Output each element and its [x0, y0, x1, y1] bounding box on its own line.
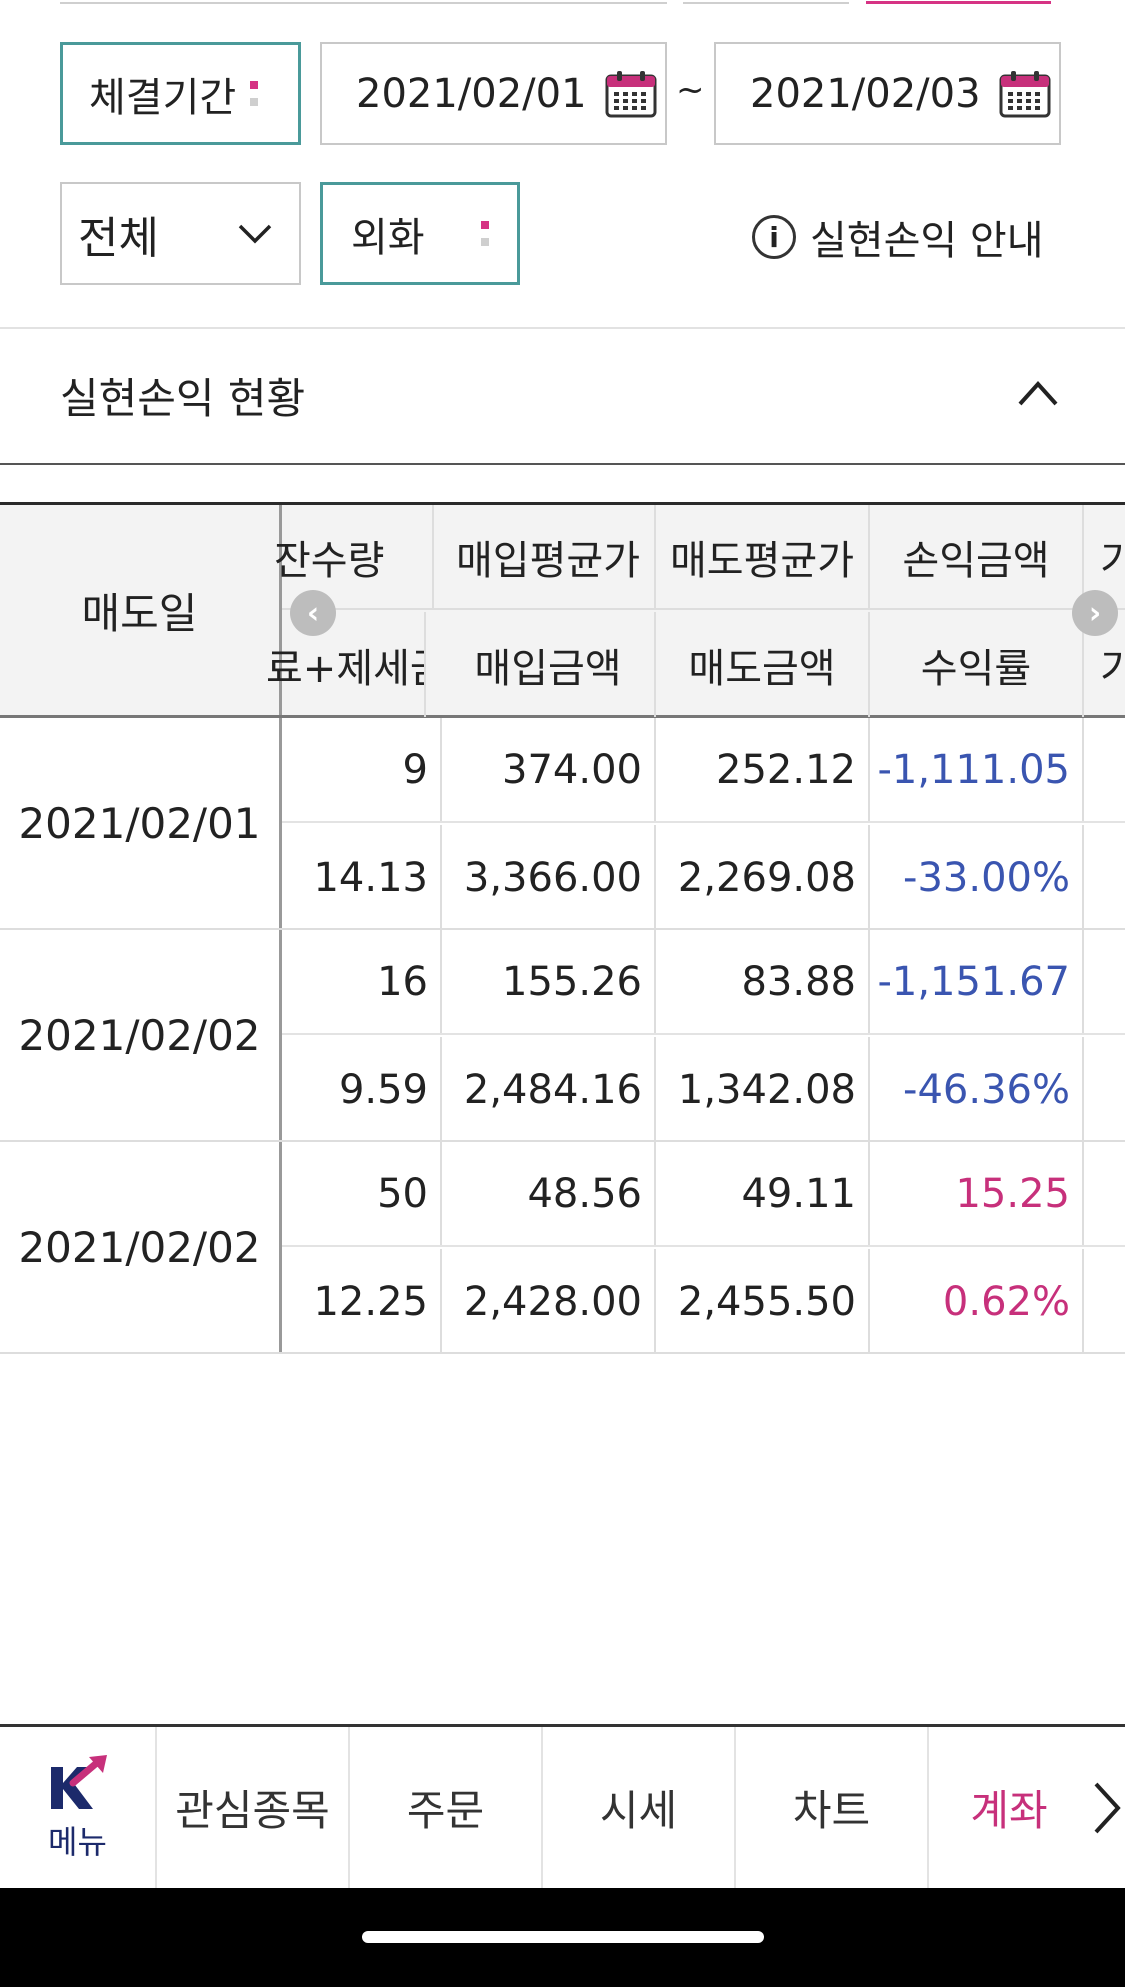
- home-indicator[interactable]: [362, 1931, 764, 1943]
- overflow-cell: [1084, 718, 1125, 821]
- home-indicator-bar: [0, 1888, 1125, 1987]
- overflow-cell: [1084, 1037, 1125, 1142]
- header-cell: 매입평균가: [442, 505, 656, 608]
- nav-item-quotes[interactable]: 시세: [543, 1727, 736, 1888]
- row-line-2: 9.59 2,484.16 1,342.08 -46.36%: [282, 1037, 1125, 1142]
- row-line-1: 50 48.56 49.11 15.25: [282, 1142, 1125, 1247]
- sell-amount: 1,342.08: [656, 1037, 870, 1142]
- fee-tax: 14.13: [282, 825, 442, 930]
- sell-amount: 2,269.08: [656, 825, 870, 930]
- overflow-cell: [1084, 1142, 1125, 1245]
- overflow-cell: [1084, 825, 1125, 930]
- pnl-amount: -1,151.67: [870, 930, 1084, 1033]
- currency-button[interactable]: 외화: [320, 182, 520, 285]
- sell-avg-price: 83.88: [656, 930, 870, 1033]
- divider: [0, 327, 1125, 329]
- row-line-1: 16 155.26 83.88 -1,151.67: [282, 930, 1125, 1035]
- category-select[interactable]: 전체: [60, 182, 301, 285]
- table-row[interactable]: 2021/02/02 16 155.26 83.88 -1,151.67 9.5…: [0, 930, 1125, 1142]
- header-row-1: 잔수량 매입평균가 매도평균가 손익금액 기: [274, 505, 1125, 610]
- divider: [0, 463, 1125, 465]
- sell-avg-price: 49.11: [656, 1142, 870, 1245]
- buy-avg-price: 48.56: [442, 1142, 656, 1245]
- chevron-right-icon[interactable]: [1089, 1727, 1125, 1888]
- nav-menu-label: 메뉴: [48, 1822, 107, 1861]
- header-row-2: 료+제세금 매입금액 매도금액 수익률 기: [266, 612, 1125, 717]
- info-icon: i: [752, 215, 796, 259]
- overflow-cell: [1084, 930, 1125, 1033]
- nav-item-chart[interactable]: 차트: [736, 1727, 929, 1888]
- buy-amount: 3,366.00: [442, 825, 656, 930]
- nav-item-account[interactable]: 계좌: [929, 1727, 1089, 1888]
- return-rate: -33.00%: [870, 825, 1084, 930]
- sell-avg-price: 252.12: [656, 718, 870, 821]
- table-header: 매도일 잔수량 매입평균가 매도평균가 손익금액 기 료+제세금 매입금액 매도…: [0, 502, 1125, 718]
- date-from-field[interactable]: 2021/02/01: [320, 42, 667, 145]
- sell-date: 2021/02/02: [0, 1142, 282, 1352]
- period-label-button[interactable]: 체결기간: [60, 42, 301, 145]
- scroll-left-icon[interactable]: ‹: [290, 590, 336, 636]
- nav-item-watchlist[interactable]: 관심종목: [157, 1727, 350, 1888]
- currency-label: 외화: [351, 214, 425, 261]
- option-dots-icon: [250, 81, 259, 106]
- pnl-amount: 15.25: [870, 1142, 1084, 1245]
- k-logo-icon: [50, 1754, 107, 1809]
- bottom-nav: 메뉴 관심종목 주문 시세 차트 계좌: [0, 1724, 1125, 1888]
- row-line-2: 14.13 3,366.00 2,269.08 -33.00%: [282, 825, 1125, 930]
- header-cell: 잔수량: [274, 505, 434, 608]
- header-cell: 매도금액: [656, 612, 870, 717]
- option-dots-icon: [480, 221, 489, 246]
- return-rate: 0.62%: [870, 1249, 1084, 1354]
- overflow-cell: [1084, 1249, 1125, 1354]
- period-label: 체결기간: [89, 74, 237, 121]
- table-row[interactable]: 2021/02/02 50 48.56 49.11 15.25 12.25 2,…: [0, 1142, 1125, 1354]
- buy-avg-price: 374.00: [442, 718, 656, 821]
- info-label: 실현손익 안내: [810, 218, 1044, 264]
- chevron-down-icon: [238, 224, 272, 243]
- cropped-field-2[interactable]: [683, 0, 849, 4]
- header-cell: 매도평균가: [656, 505, 870, 608]
- calendar-icon[interactable]: [999, 70, 1051, 118]
- table-row[interactable]: 2021/02/01 9 374.00 252.12 -1,111.05 14.…: [0, 718, 1125, 930]
- return-rate: -46.36%: [870, 1037, 1084, 1142]
- header-cell: 료+제세금: [266, 612, 426, 717]
- header-cell: 손익금액: [870, 505, 1084, 608]
- row-line-2: 12.25 2,428.00 2,455.50 0.62%: [282, 1249, 1125, 1354]
- header-sell-date: 매도일: [0, 505, 282, 715]
- sell-date: 2021/02/02: [0, 930, 282, 1140]
- sell-date: 2021/02/01: [0, 718, 282, 928]
- scroll-right-icon[interactable]: ›: [1072, 590, 1118, 636]
- buy-amount: 2,484.16: [442, 1037, 656, 1142]
- info-link[interactable]: i 실현손익 안내: [752, 208, 1044, 266]
- remaining-qty: 50: [282, 1142, 442, 1245]
- cropped-field-3[interactable]: [866, 0, 1051, 4]
- buy-amount: 2,428.00: [442, 1249, 656, 1354]
- fee-tax: 12.25: [282, 1249, 442, 1354]
- date-to-value: 2021/02/03: [750, 70, 981, 117]
- date-to-field[interactable]: 2021/02/03: [714, 42, 1061, 145]
- header-cell: 매입금액: [442, 612, 656, 717]
- calendar-icon[interactable]: [605, 70, 657, 118]
- sell-amount: 2,455.50: [656, 1249, 870, 1354]
- buy-avg-price: 155.26: [442, 930, 656, 1033]
- fee-tax: 9.59: [282, 1037, 442, 1142]
- section-title: 실현손익 현황: [60, 374, 306, 423]
- remaining-qty: 16: [282, 930, 442, 1033]
- nav-item-order[interactable]: 주문: [350, 1727, 543, 1888]
- nav-menu-button[interactable]: 메뉴: [0, 1727, 157, 1888]
- row-line-1: 9 374.00 252.12 -1,111.05: [282, 718, 1125, 823]
- date-range-tilde: ~: [676, 70, 705, 110]
- category-selected-value: 전체: [78, 212, 159, 264]
- header-cell: 수익률: [870, 612, 1084, 717]
- pnl-amount: -1,111.05: [870, 718, 1084, 821]
- remaining-qty: 9: [282, 718, 442, 821]
- date-from-value: 2021/02/01: [356, 70, 587, 117]
- top-cropped-fields: [0, 0, 1125, 4]
- chevron-up-icon[interactable]: [1016, 378, 1060, 408]
- cropped-field-1[interactable]: [60, 0, 667, 4]
